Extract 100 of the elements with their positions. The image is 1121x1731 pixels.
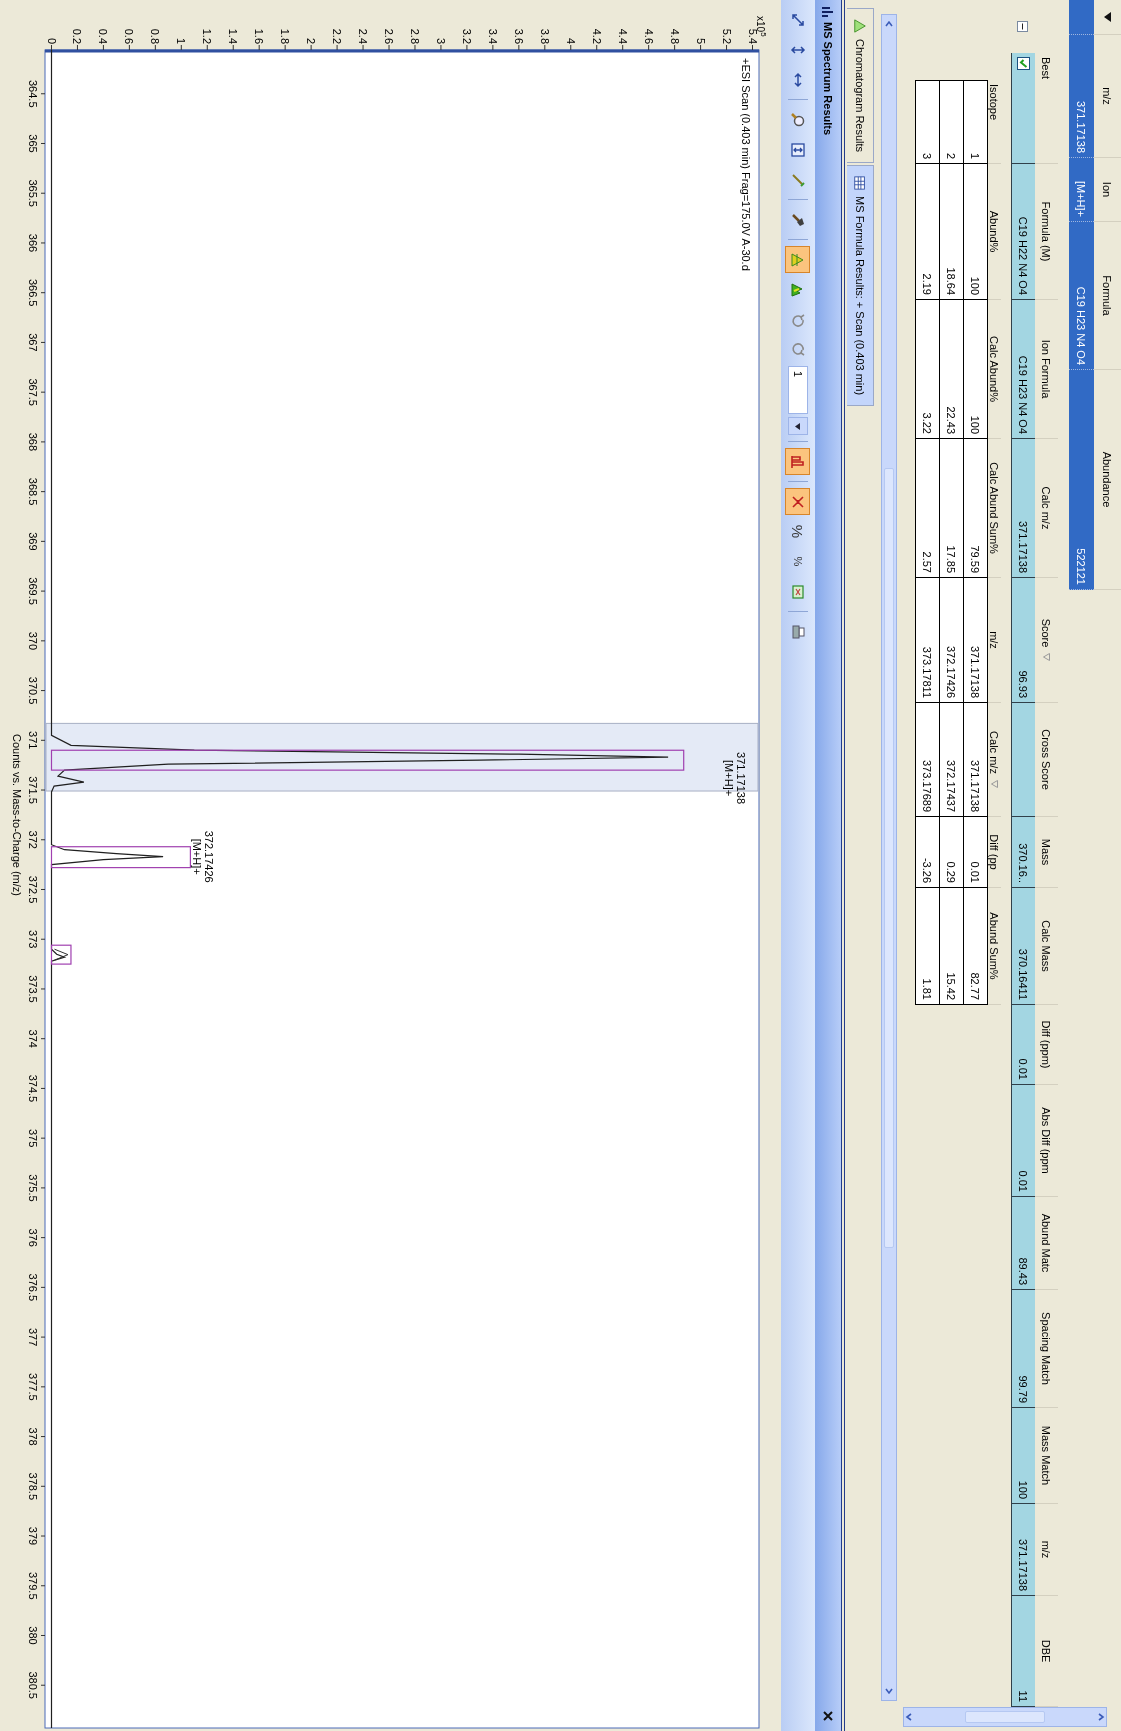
table-icon — [853, 176, 867, 191]
table-cell: 371.17138 — [1011, 1504, 1035, 1596]
toolbar-button[interactable] — [785, 488, 811, 515]
axis-tick-label: 3.4 — [486, 28, 499, 44]
column-header[interactable]: m/z — [1040, 1540, 1053, 1559]
table-cell: 99.79 — [1011, 1290, 1035, 1408]
column-header[interactable]: DBE — [1040, 1639, 1053, 1663]
axis-tick-label: 1.6 — [253, 28, 266, 44]
pencil-icon — [790, 171, 806, 188]
column-header[interactable]: Formula — [1101, 275, 1114, 316]
table-cell: 79.59 — [963, 439, 987, 578]
printer-icon — [790, 623, 806, 640]
axis-tick-label: 374.5 — [27, 1074, 39, 1103]
axis-title: Counts vs. Mass-to-Charge (m/z) — [11, 734, 23, 896]
axis-tick-label: 376 — [27, 1228, 39, 1247]
axis-tick-label: 371 — [27, 731, 39, 750]
axis-tick-label: 367 — [27, 333, 39, 352]
dropdown-arrow-icon[interactable] — [1104, 12, 1111, 22]
peak-label: [M+H]+ — [190, 838, 203, 875]
axis-tick-label: 378 — [27, 1427, 39, 1446]
checkbox[interactable] — [1017, 57, 1030, 70]
number-field[interactable]: 1 — [788, 366, 808, 414]
column-header[interactable]: Abs Diff (ppm — [1040, 1107, 1053, 1174]
percent-button[interactable]: % — [785, 548, 811, 575]
plot-title: +ESI Scan (0.403 min) Frag=175.0V A-30.d — [740, 58, 752, 271]
table-cell: 371.17138 — [963, 703, 987, 817]
axis-tick-label: 374 — [27, 1029, 39, 1048]
table-cell: 2.57 — [915, 439, 939, 578]
axis-tick-label: 364.5 — [27, 80, 39, 108]
axis-tick-label: 2.2 — [331, 28, 344, 44]
column-header[interactable]: Best — [1040, 57, 1053, 79]
column-header[interactable]: Calc m/z — [988, 731, 1001, 774]
axis-tick-label: 0 — [45, 37, 58, 44]
tab[interactable]: MS Formula Results: + Scan (0.403 min) — [847, 165, 874, 407]
column-header[interactable]: Score — [1040, 618, 1053, 648]
table-cell: 17.85 — [939, 439, 963, 578]
close-icon[interactable] — [823, 1711, 833, 1721]
table-cell: C19 H22 N4 O4 — [1011, 164, 1035, 300]
table-cell: 373.17811 — [915, 578, 939, 703]
column-header[interactable]: Calc m/z — [1040, 486, 1053, 530]
axis-tick-label: 3 — [434, 37, 447, 44]
axis-tick-label: 4.6 — [642, 28, 655, 44]
axis-tick-label: 1.2 — [201, 28, 214, 44]
peak-label: 371.17138 — [734, 752, 747, 805]
column-header[interactable]: Mass Match — [1040, 1425, 1053, 1486]
table-cell: 0.01 — [963, 817, 987, 888]
axis-tick-label: 376.5 — [27, 1273, 39, 1302]
triangle-icon — [853, 19, 867, 33]
column-header[interactable]: Ion Formula — [1040, 339, 1053, 399]
axis-tick-label: 380.5 — [27, 1671, 39, 1699]
dropdown-button[interactable] — [788, 417, 808, 435]
axis-tick-label: 368.5 — [27, 477, 39, 506]
sort-icon — [1043, 653, 1050, 662]
peak-label: 372.17426 — [202, 830, 215, 883]
axis-tick-label: 379.5 — [27, 1572, 39, 1600]
column-header[interactable]: Diff (ppm) — [1040, 1020, 1053, 1069]
vertical-scrollbar[interactable] — [903, 1707, 1107, 1727]
percent-button[interactable]: % — [785, 518, 811, 545]
axis-tick-label: 371.5 — [27, 776, 39, 804]
column-header[interactable]: m/z — [988, 631, 1001, 649]
horizontal-scrollbar[interactable] — [881, 14, 897, 1701]
table-cell: 372.17437 — [939, 703, 963, 817]
table-cell: 373.17689 — [915, 703, 939, 817]
toolbar-button[interactable] — [785, 448, 811, 475]
column-header[interactable]: Abundance — [1101, 451, 1114, 508]
collapse-icon[interactable] — [1017, 21, 1029, 32]
axis-tick-label: 3.2 — [460, 28, 473, 44]
sort-icon — [991, 779, 998, 788]
axis-tick-label: 5.2 — [720, 28, 733, 44]
table-cell: 0.29 — [939, 817, 963, 888]
column-header[interactable]: Cross Score — [1040, 729, 1053, 790]
tab[interactable]: Chromatogram Results — [847, 8, 874, 164]
column-header[interactable]: Calc Abund Sum% — [988, 462, 1001, 554]
axis-tick-label: 375 — [27, 1129, 39, 1148]
column-header[interactable]: Spacing Match — [1040, 1312, 1053, 1385]
column-header[interactable]: Calc Mass — [1040, 920, 1053, 972]
table-cell: C19 H23 N4 O4 — [1069, 222, 1094, 370]
table-cell: 15.42 — [939, 888, 963, 1005]
axis-tick-label: 1 — [175, 37, 188, 44]
table-cell: 370.16.. — [1011, 817, 1035, 888]
table-cell: 100 — [963, 164, 987, 300]
axis-tick-label: 378.5 — [27, 1472, 39, 1501]
redo-icon — [790, 341, 806, 358]
table-cell: 100 — [1011, 1408, 1035, 1504]
axis-tick-label: 370.5 — [27, 676, 39, 705]
column-header[interactable]: Mass — [1040, 838, 1053, 866]
column-header[interactable]: m/z — [1101, 87, 1114, 105]
table-cell: 11 — [1011, 1596, 1035, 1707]
table-cell: 18.64 — [939, 164, 963, 300]
column-header[interactable]: Calc Abund% — [988, 335, 1001, 402]
column-header[interactable]: Abund% — [988, 210, 1001, 253]
column-header[interactable]: Abund Matc — [1040, 1213, 1053, 1273]
column-header[interactable]: Ion — [1101, 181, 1114, 198]
triangle-peak-icon — [790, 251, 806, 268]
column-header[interactable]: Abund Sum% — [988, 912, 1001, 980]
bar-icon — [790, 453, 806, 470]
column-header[interactable]: Isotope — [988, 84, 1001, 121]
column-header[interactable]: Diff (pp — [988, 834, 1001, 870]
axis-tick-label: 1.4 — [227, 28, 240, 44]
column-header[interactable]: Formula (M) — [1040, 201, 1053, 262]
